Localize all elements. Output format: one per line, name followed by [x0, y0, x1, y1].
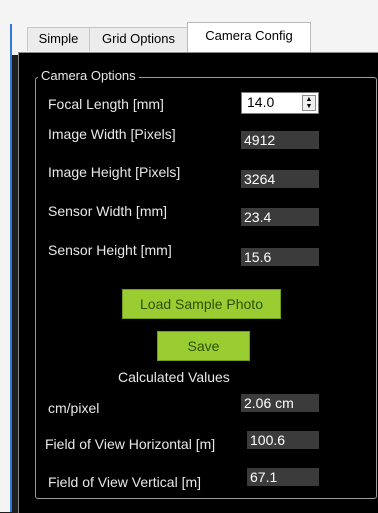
tab-grid-options-label: Grid Options	[102, 31, 175, 46]
calculated-values-heading: Calculated Values	[118, 369, 230, 385]
tab-grid-options[interactable]: Grid Options	[89, 27, 188, 51]
cm-per-pixel-label: cm/pixel	[48, 400, 100, 416]
fov-horizontal-field[interactable]: 100.6	[247, 431, 319, 449]
window-frame-top	[0, 0, 378, 9]
camera-options-title: Camera Options	[38, 68, 139, 83]
spinner-buttons[interactable]: ▲ ▼	[302, 95, 316, 111]
sensor-height-field[interactable]: 15.6	[241, 248, 319, 266]
focal-length-label: Focal Length [mm]	[48, 96, 164, 112]
spin-down-icon[interactable]: ▼	[303, 103, 315, 110]
tab-simple[interactable]: Simple	[27, 27, 90, 51]
cm-per-pixel-field[interactable]: 2.06 cm	[241, 394, 319, 412]
image-width-label: Image Width [Pixels]	[48, 126, 176, 142]
sensor-width-field[interactable]: 23.4	[241, 208, 319, 226]
sensor-width-label: Sensor Width [mm]	[48, 203, 168, 219]
window-border-accent	[10, 24, 12, 512]
tab-simple-label: Simple	[38, 31, 79, 46]
spin-up-icon[interactable]: ▲	[303, 96, 315, 103]
fov-horizontal-label: Field of View Horizontal [m]	[45, 436, 216, 452]
sensor-height-label: Sensor Height [mm]	[48, 242, 172, 258]
image-height-field[interactable]: 3264	[241, 170, 319, 188]
focal-length-spinner[interactable]: 14.0 ▲ ▼	[241, 92, 319, 114]
focal-length-value: 14.0	[247, 94, 275, 110]
tab-camera-config-label: Camera Config	[205, 28, 293, 43]
load-sample-photo-button[interactable]: Load Sample Photo	[122, 289, 281, 319]
image-width-field[interactable]: 4912	[241, 131, 319, 149]
save-button[interactable]: Save	[157, 331, 250, 361]
image-height-label: Image Height [Pixels]	[48, 164, 181, 180]
fov-vertical-field[interactable]: 67.1	[247, 468, 319, 486]
fov-vertical-label: Field of View Vertical [m]	[48, 474, 202, 490]
tab-camera-config[interactable]: Camera Config	[187, 22, 311, 52]
